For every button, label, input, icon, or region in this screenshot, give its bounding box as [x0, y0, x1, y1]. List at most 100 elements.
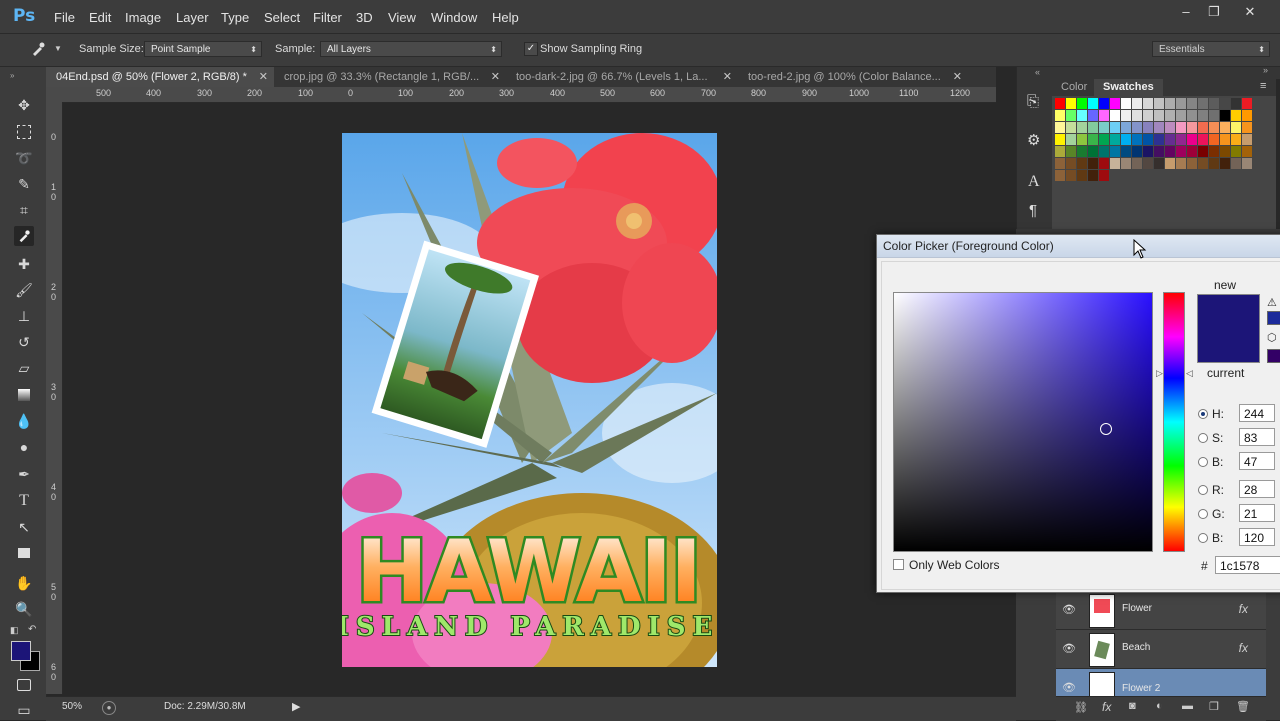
menu-filter[interactable]: Filter — [313, 10, 342, 25]
swatch-cell[interactable] — [1176, 110, 1186, 121]
gradient-tool-icon[interactable] — [14, 385, 34, 405]
blue-radio[interactable] — [1198, 533, 1208, 543]
menu-type[interactable]: Type — [221, 10, 249, 25]
menu-window[interactable]: Window — [431, 10, 477, 25]
swatch-cell[interactable] — [1099, 122, 1109, 133]
swatch-cell[interactable] — [1176, 158, 1186, 169]
history-brush-tool-icon[interactable]: ↺ — [14, 332, 34, 352]
swatch-cell[interactable] — [1121, 158, 1131, 169]
eyedropper-icon[interactable] — [30, 41, 46, 57]
swatch-cell[interactable] — [1088, 134, 1098, 145]
swatch-cell[interactable] — [1077, 122, 1087, 133]
gamut-color-swatch[interactable] — [1267, 311, 1280, 325]
close-icon[interactable]: ✕ — [953, 67, 962, 87]
swatch-cell[interactable] — [1055, 134, 1065, 145]
swatch-cell[interactable] — [1143, 158, 1153, 169]
dialog-title-bar[interactable]: Color Picker (Foreground Color) — [877, 235, 1280, 258]
swatch-cell[interactable] — [1165, 158, 1175, 169]
swatch-cell[interactable] — [1242, 122, 1252, 133]
swatch-cell[interactable] — [1242, 134, 1252, 145]
swatch-cell[interactable] — [1176, 146, 1186, 157]
swatch-cell[interactable] — [1066, 110, 1076, 121]
swatch-cell[interactable] — [1176, 98, 1186, 109]
panel-menu-icon[interactable]: ≡ — [1260, 80, 1266, 92]
swatch-cell[interactable] — [1187, 158, 1197, 169]
path-selection-tool-icon[interactable]: ↖ — [14, 517, 34, 537]
swatch-cell[interactable] — [1066, 146, 1076, 157]
tab-crop[interactable]: crop.jpg @ 33.3% (Rectangle 1, RGB/... ✕ — [274, 67, 506, 87]
swatch-cell[interactable] — [1242, 158, 1252, 169]
swatch-cell[interactable] — [1231, 158, 1241, 169]
swatch-cell[interactable] — [1110, 158, 1120, 169]
only-web-colors-checkbox[interactable] — [893, 559, 904, 570]
swatch-cell[interactable] — [1110, 98, 1120, 109]
collapse-arrows-icon[interactable]: « — [1035, 67, 1040, 77]
swatch-cell[interactable] — [1231, 134, 1241, 145]
swatch-cell[interactable] — [1143, 134, 1153, 145]
adjustment-layer-icon[interactable]: ◐ — [1156, 700, 1163, 712]
fx-icon[interactable]: fx — [1239, 602, 1248, 616]
menu-image[interactable]: Image — [125, 10, 161, 25]
hand-tool-icon[interactable]: ✋ — [14, 573, 34, 593]
close-button[interactable]: ✕ — [1238, 4, 1262, 20]
swatch-cell[interactable] — [1187, 98, 1197, 109]
swatch-cell[interactable] — [1132, 110, 1142, 121]
healing-brush-tool-icon[interactable]: ✚ — [14, 254, 34, 274]
green-radio[interactable] — [1198, 509, 1208, 519]
layer-row-flower-2[interactable]: 👁 Flower 2 — [1056, 669, 1266, 697]
fx-icon[interactable]: fx — [1102, 700, 1111, 714]
swatch-cell[interactable] — [1066, 134, 1076, 145]
hue-slider-left-arrow-icon[interactable]: ▷ — [1156, 368, 1163, 379]
swatch-cell[interactable] — [1165, 110, 1175, 121]
close-icon[interactable]: ✕ — [723, 67, 732, 87]
swatch-cell[interactable] — [1077, 158, 1087, 169]
swatch-cell[interactable] — [1231, 110, 1241, 121]
swatch-cell[interactable] — [1220, 134, 1230, 145]
swatch-cell[interactable] — [1132, 134, 1142, 145]
character-panel-icon[interactable]: A — [1028, 173, 1040, 191]
swatch-cell[interactable] — [1220, 110, 1230, 121]
swatch-cell[interactable] — [1165, 122, 1175, 133]
lasso-tool-icon[interactable]: ➰ — [14, 148, 34, 168]
swatch-cell[interactable] — [1154, 110, 1164, 121]
collapse-arrows-icon[interactable]: » — [10, 71, 14, 80]
zoom-tool-icon[interactable]: 🔍 — [14, 599, 34, 619]
marquee-tool-icon[interactable] — [14, 122, 34, 142]
swatch-cell[interactable] — [1099, 98, 1109, 109]
paragraph-panel-icon[interactable]: ¶ — [1029, 202, 1037, 219]
swatch-cell[interactable] — [1132, 98, 1142, 109]
swatch-cell[interactable] — [1132, 146, 1142, 157]
quick-mask-icon[interactable] — [14, 675, 34, 695]
zoom-level[interactable]: 50% — [62, 701, 82, 712]
swatch-cell[interactable] — [1066, 98, 1076, 109]
swatch-cell[interactable] — [1121, 98, 1131, 109]
fx-icon[interactable]: fx — [1239, 641, 1248, 655]
default-colors-icon[interactable]: ◧ — [10, 625, 19, 636]
menu-3d[interactable]: 3D — [356, 10, 373, 25]
swatch-cell[interactable] — [1165, 134, 1175, 145]
hue-slider-right-arrow-icon[interactable]: ◁ — [1186, 368, 1193, 379]
history-panel-icon[interactable]: ⎘ — [1027, 93, 1039, 110]
swatch-cell[interactable] — [1198, 122, 1208, 133]
swatch-cell[interactable] — [1154, 146, 1164, 157]
foreground-color-swatch[interactable] — [11, 641, 31, 661]
type-tool-icon[interactable]: T — [14, 491, 34, 511]
swatch-cell[interactable] — [1220, 98, 1230, 109]
swatch-cell[interactable] — [1198, 110, 1208, 121]
swatch-cell[interactable] — [1088, 158, 1098, 169]
layer-row-flower[interactable]: 👁 Flower fx — [1056, 591, 1266, 630]
hue-input[interactable]: 244 — [1239, 404, 1275, 422]
crop-tool-icon[interactable]: ⌗ — [14, 200, 34, 220]
swatch-cell[interactable] — [1077, 170, 1087, 181]
swatch-cell[interactable] — [1121, 146, 1131, 157]
swatch-cell[interactable] — [1121, 134, 1131, 145]
swatch-cell[interactable] — [1231, 98, 1241, 109]
swatch-cell[interactable] — [1066, 158, 1076, 169]
swatch-cell[interactable] — [1154, 98, 1164, 109]
show-sampling-ring-checkbox[interactable]: ✓ — [524, 42, 538, 56]
red-input[interactable]: 28 — [1239, 480, 1275, 498]
tab-04end[interactable]: 04End.psd @ 50% (Flower 2, RGB/8) * ✕ — [46, 67, 274, 87]
swatch-cell[interactable] — [1242, 146, 1252, 157]
swatch-cell[interactable] — [1055, 122, 1065, 133]
eye-icon[interactable]: 👁 — [1062, 603, 1076, 616]
